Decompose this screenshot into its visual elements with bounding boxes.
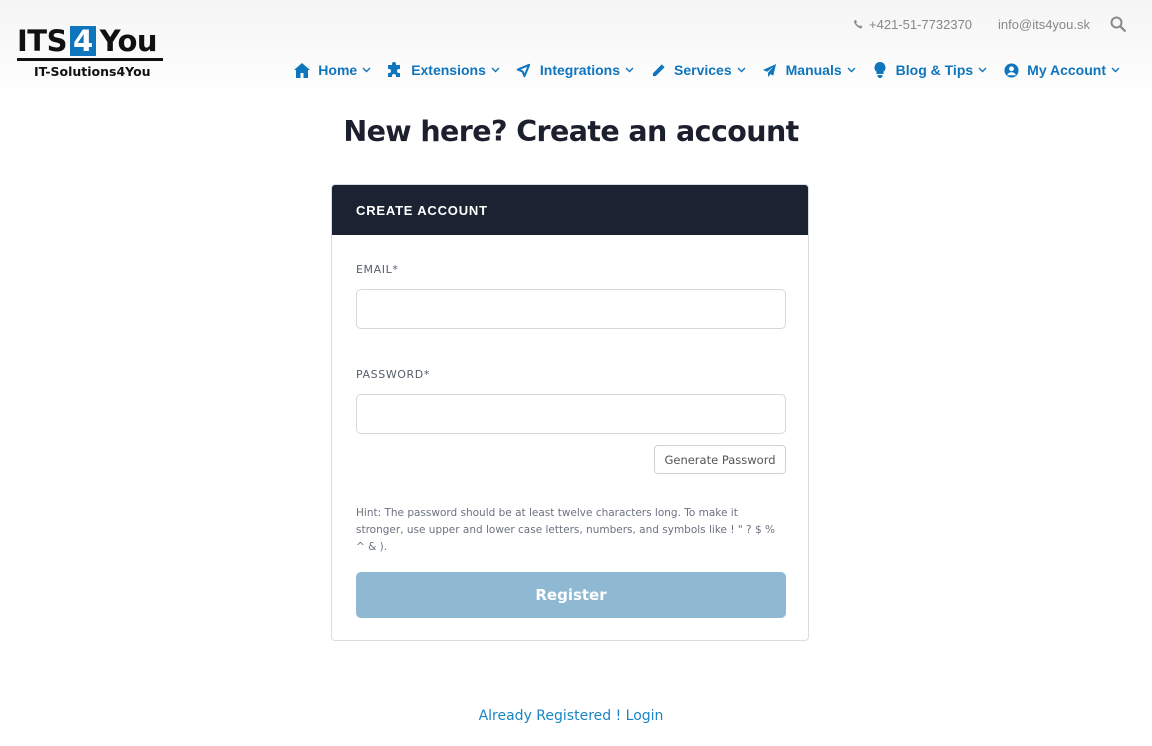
nav-integrations[interactable]: Integrations bbox=[516, 62, 634, 78]
password-hint: Hint: The password should be at least tw… bbox=[356, 507, 775, 553]
register-button[interactable]: Register bbox=[356, 572, 786, 618]
logo-its: ITS bbox=[17, 24, 67, 58]
create-account-card: CREATE ACCOUNT EMAIL* PASSWORD* Generate… bbox=[331, 184, 809, 641]
home-icon bbox=[294, 62, 311, 78]
main-nav: Home Extensions Integrations Services Ma… bbox=[294, 62, 1120, 78]
nav-label: Services bbox=[674, 62, 732, 78]
chevron-down-icon bbox=[737, 67, 746, 73]
chevron-down-icon bbox=[491, 67, 500, 73]
nav-label: Blog & Tips bbox=[895, 62, 974, 78]
email-link[interactable]: info@its4you.sk bbox=[998, 17, 1090, 32]
nav-blog-tips[interactable]: Blog & Tips bbox=[872, 62, 988, 78]
nav-my-account[interactable]: My Account bbox=[1003, 62, 1120, 78]
paper-plane-icon bbox=[762, 62, 778, 78]
chevron-down-icon bbox=[978, 67, 987, 73]
nav-manuals[interactable]: Manuals bbox=[762, 62, 856, 78]
its4you-logo[interactable]: ITS 4 You IT-Solutions4You bbox=[17, 25, 167, 79]
user-circle-icon bbox=[1003, 62, 1019, 78]
login-link[interactable]: Already Registered ! Login bbox=[0, 708, 1142, 724]
chevron-down-icon bbox=[847, 67, 856, 73]
chevron-down-icon bbox=[1111, 67, 1120, 73]
nav-label: Manuals bbox=[785, 62, 842, 78]
site-header: ITS 4 You IT-Solutions4You +421-51-77323… bbox=[0, 0, 1152, 104]
email-label: EMAIL* bbox=[356, 263, 399, 276]
nav-label: Home bbox=[318, 62, 358, 78]
logo-subtitle: IT-Solutions4You bbox=[34, 64, 151, 79]
nav-label: Integrations bbox=[539, 62, 621, 78]
chevron-down-icon bbox=[625, 67, 634, 73]
page-title: New here? Create an account bbox=[343, 115, 799, 148]
lightbulb-icon bbox=[872, 62, 888, 78]
logo-you: You bbox=[99, 24, 158, 58]
nav-label: Extensions bbox=[411, 62, 486, 78]
logo-rule bbox=[17, 58, 163, 61]
chevron-down-icon bbox=[362, 67, 371, 73]
generate-password-button[interactable]: Generate Password bbox=[654, 445, 786, 474]
password-label: PASSWORD* bbox=[356, 368, 430, 381]
search-icon[interactable] bbox=[1110, 16, 1126, 32]
puzzle-icon bbox=[387, 62, 403, 78]
email-field[interactable] bbox=[356, 289, 786, 329]
nav-label: My Account bbox=[1027, 62, 1106, 78]
phone-icon bbox=[853, 19, 863, 28]
phone-link[interactable]: +421-51-7732370 bbox=[853, 17, 972, 32]
nav-extensions[interactable]: Extensions bbox=[387, 62, 500, 78]
logo-four: 4 bbox=[69, 26, 96, 56]
contact-bar: +421-51-7732370 info@its4you.sk bbox=[853, 16, 1126, 32]
card-header: CREATE ACCOUNT bbox=[332, 185, 808, 235]
nav-services[interactable]: Services bbox=[650, 62, 746, 78]
password-field[interactable] bbox=[356, 394, 786, 434]
pencil-icon bbox=[650, 62, 666, 78]
nav-home[interactable]: Home bbox=[294, 62, 371, 78]
integrations-icon bbox=[516, 62, 532, 78]
phone-number: +421-51-7732370 bbox=[869, 16, 973, 32]
